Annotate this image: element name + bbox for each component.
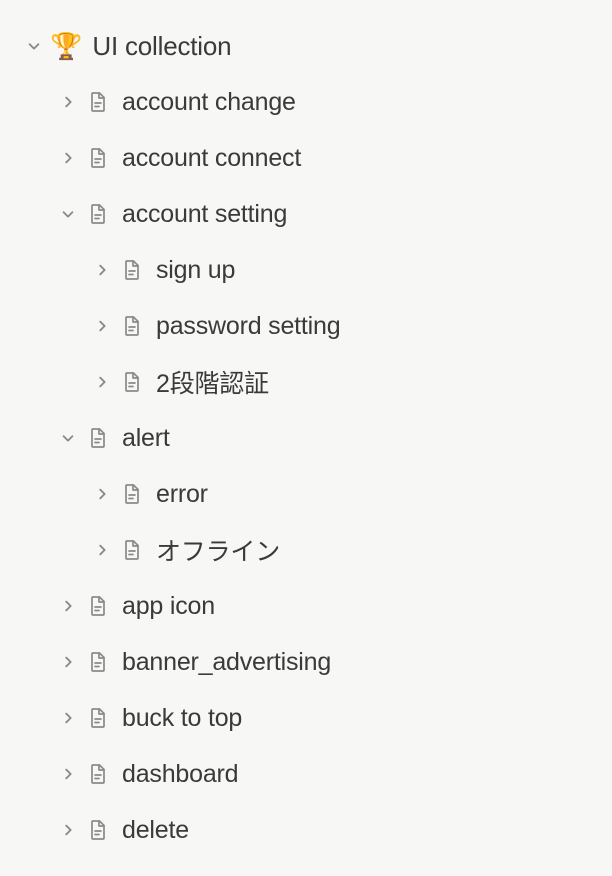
tree-item[interactable]: account change [0,74,612,130]
page-icon [84,648,112,676]
tree-item-label: 2段階認証 [156,364,269,400]
tree-item[interactable]: app icon [0,578,612,634]
chevron-right-icon[interactable] [92,316,112,336]
chevron-right-icon[interactable] [58,708,78,728]
page-icon [118,312,146,340]
tree-item[interactable]: オフライン [0,522,612,578]
tree-children: account change account connect account set… [0,74,612,858]
tree-item-label: password setting [156,312,340,341]
chevron-right-icon[interactable] [92,372,112,392]
tree-item[interactable]: dashboard [0,746,612,802]
page-icon [118,368,146,396]
chevron-right-icon[interactable] [92,540,112,560]
tree-item-root[interactable]: 🏆 UI collection [0,18,612,74]
chevron-right-icon[interactable] [92,484,112,504]
page-icon [84,816,112,844]
tree-item-label: app icon [122,592,215,621]
tree-item-label: dashboard [122,760,238,789]
page-icon [84,592,112,620]
tree-item-label: UI collection [92,31,231,62]
chevron-down-icon[interactable] [58,428,78,448]
tree-item[interactable]: banner_advertising [0,634,612,690]
tree-item[interactable]: delete [0,802,612,858]
page-icon [118,256,146,284]
tree-item[interactable]: alert [0,410,612,466]
tree-item[interactable]: 2段階認証 [0,354,612,410]
tree-item[interactable]: password setting [0,298,612,354]
page-icon [84,144,112,172]
tree-item[interactable]: buck to top [0,690,612,746]
chevron-right-icon[interactable] [92,260,112,280]
page-icon [84,704,112,732]
page-icon [84,424,112,452]
page-icon [84,88,112,116]
chevron-right-icon[interactable] [58,820,78,840]
chevron-right-icon[interactable] [58,148,78,168]
tree-item[interactable]: account setting [0,186,612,242]
tree-item-label: delete [122,816,189,845]
tree-item[interactable]: account connect [0,130,612,186]
tree-item[interactable]: sign up [0,242,612,298]
tree-item[interactable]: error [0,466,612,522]
chevron-down-icon[interactable] [24,36,44,56]
trophy-icon: 🏆 [50,33,82,59]
chevron-down-icon[interactable] [58,204,78,224]
chevron-right-icon[interactable] [58,764,78,784]
page-icon [84,200,112,228]
page-icon [84,760,112,788]
page-icon [118,536,146,564]
tree-item-label: buck to top [122,704,242,733]
page-icon [118,480,146,508]
chevron-right-icon[interactable] [58,652,78,672]
tree-item-label: account change [122,88,296,117]
tree-item-label: alert [122,424,170,453]
tree-item-label: banner_advertising [122,648,331,677]
tree-item-label: オフライン [156,532,280,568]
tree-item-label: account connect [122,144,301,173]
tree-item-label: error [156,480,208,509]
page-tree: 🏆 UI collection account change account co… [0,0,612,876]
tree-item-label: account setting [122,200,287,229]
chevron-right-icon[interactable] [58,596,78,616]
chevron-right-icon[interactable] [58,92,78,112]
tree-item-label: sign up [156,256,235,285]
